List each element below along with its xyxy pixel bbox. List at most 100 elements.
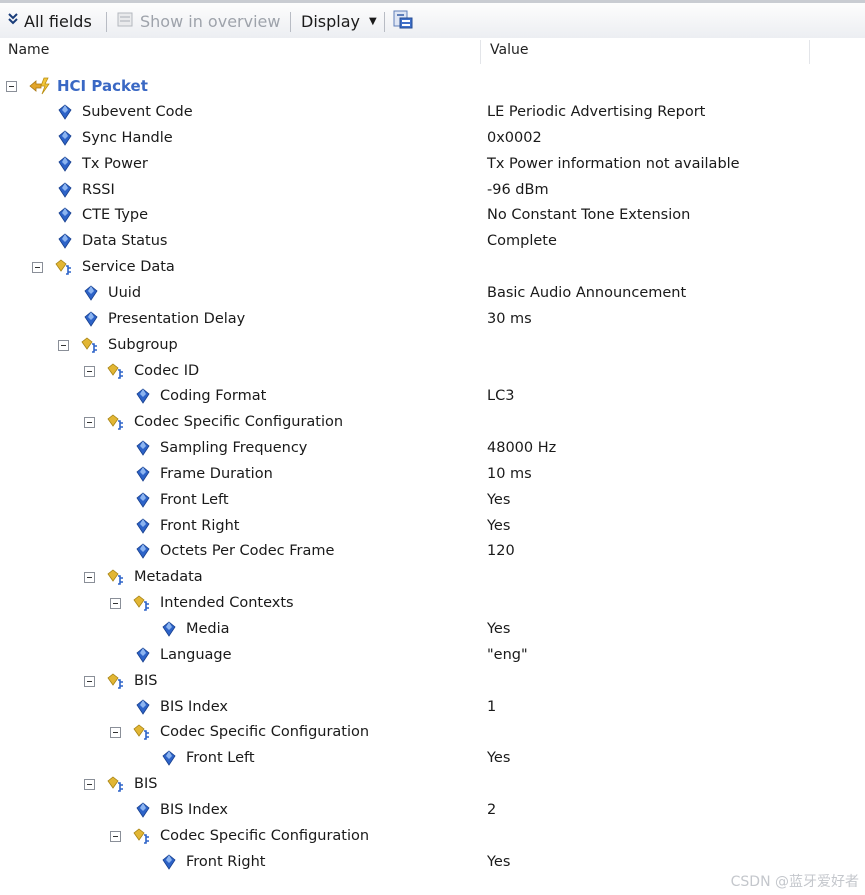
tree-group-row[interactable]: Codec ID [0,359,865,384]
field-value: Tx Power information not available [487,155,740,172]
field-value: LC3 [487,388,515,405]
tree-field-row[interactable]: Front Right Yes [0,514,865,539]
field-name: BIS [134,672,158,689]
field-name: Tx Power [82,155,148,172]
field-value: 10 ms [487,465,532,482]
column-divider[interactable] [480,40,481,64]
tree-field-row[interactable]: Media Yes [0,617,865,642]
group-node-icon [107,414,125,432]
collapse-toggle-icon[interactable] [32,262,43,274]
collapse-toggle-icon[interactable] [84,675,95,687]
field-value: 120 [487,543,515,560]
group-node-icon [133,595,151,613]
column-header-row: Name Value [0,38,865,64]
overview-icon [116,10,134,32]
tree-field-row[interactable]: CTE Type No Constant Tone Extension [0,203,865,228]
dropdown-arrow-icon: ▼ [368,15,377,27]
field-value: Yes [487,621,511,637]
tree-group-row[interactable]: Subgroup [0,333,865,358]
collapse-toggle-icon[interactable] [84,572,95,584]
tree-field-row[interactable]: Front Left Yes [0,746,865,771]
value-column-header[interactable]: Value [490,38,528,64]
field-name: Sync Handle [82,129,173,146]
tree-group-row[interactable]: Codec Specific Configuration [0,410,865,435]
column-divider[interactable] [809,40,810,64]
collapse-toggle-icon[interactable] [6,81,17,92]
show-in-overview-label: Show in overview [140,11,281,31]
field-node-icon [162,621,180,639]
field-node-icon [136,518,154,536]
collapse-toggle-icon[interactable] [110,727,121,739]
tree-field-row[interactable]: Data Status Complete [0,229,865,254]
tree-field-row[interactable]: Subevent Code LE Periodic Advertising Rep… [0,100,865,125]
tree-group-row[interactable]: Codec Specific Configuration [0,824,865,849]
field-node-icon [58,156,76,174]
double-chevron-down-icon [8,13,18,29]
toolbar-divider [106,12,107,32]
tree-group-row[interactable]: Service Data [0,255,865,280]
tree-group-row[interactable]: Metadata [0,565,865,590]
display-dropdown[interactable]: Display ▼ [301,9,377,33]
toolbar-divider [290,12,291,32]
field-name: Front Left [186,750,255,767]
tree-field-row[interactable]: Frame Duration 10 ms [0,462,865,487]
collapse-toggle-icon[interactable] [58,339,69,351]
tree-field-row[interactable]: Front Left Yes [0,488,865,513]
field-node-icon [136,543,154,561]
tree-field-row[interactable]: Uuid Basic Audio Announcement [0,281,865,306]
tree-field-row[interactable]: Octets Per Codec Frame 120 [0,539,865,564]
field-name: BIS Index [160,698,228,715]
collapse-toggle-icon[interactable] [110,830,121,842]
field-node-icon [84,311,102,329]
tree-root-row[interactable]: HCI Packet [0,74,865,99]
tree-field-row[interactable]: Presentation Delay 30 ms [0,307,865,332]
field-name: BIS [134,776,158,793]
tree-field-row[interactable]: Sampling Frequency 48000 Hz [0,436,865,461]
field-node-icon [58,233,76,251]
field-node-icon [136,440,154,458]
tree-field-row[interactable]: BIS Index 1 [0,695,865,720]
tree-group-row[interactable]: BIS [0,772,865,797]
tree-field-row[interactable]: Language "eng" [0,643,865,668]
tree-field-row[interactable]: Coding Format LC3 [0,384,865,409]
all-fields-button[interactable]: All fields [8,9,92,33]
group-node-icon [81,337,99,355]
field-name: Codec Specific Configuration [160,827,370,844]
group-node-icon [133,724,151,742]
tree-field-row[interactable]: RSSI -96 dBm [0,178,865,203]
field-value: "eng" [487,646,528,663]
collapse-toggle-icon[interactable] [84,417,95,429]
field-node-icon [136,699,154,717]
show-in-overview-button[interactable]: Show in overview [116,9,280,33]
collapse-toggle-icon[interactable] [110,598,121,610]
field-name: Frame Duration [160,465,273,482]
field-name: Octets Per Codec Frame [160,543,335,560]
field-name: Intended Contexts [160,595,294,612]
field-node-icon [136,492,154,510]
field-name: Front Right [160,517,240,534]
field-value: 48000 Hz [487,440,557,457]
field-value: 30 ms [487,310,532,327]
field-node-icon [58,207,76,225]
field-name: Codec Specific Configuration [160,724,370,741]
field-value: Complete [487,233,557,250]
field-name: Subgroup [108,336,178,353]
tree-group-row[interactable]: BIS [0,669,865,694]
tree-field-row[interactable]: Sync Handle 0x0002 [0,126,865,151]
field-name: Language [160,646,232,663]
group-node-icon [107,569,125,587]
tree-group-row[interactable]: Intended Contexts [0,591,865,616]
collapse-toggle-icon[interactable] [84,779,95,791]
collapse-toggle-icon[interactable] [84,365,95,377]
field-value: Yes [487,750,511,767]
field-node-icon [84,285,102,303]
export-button[interactable] [392,9,414,33]
group-node-icon [55,259,73,277]
group-node-icon [107,673,125,691]
name-column-header[interactable]: Name [8,38,49,64]
tree-group-row[interactable]: Codec Specific Configuration [0,720,865,745]
root-label: HCI Packet [57,77,148,95]
tree-field-row[interactable]: BIS Index 2 [0,798,865,823]
field-value: Yes [487,853,511,870]
tree-field-row[interactable]: Tx Power Tx Power information not availab… [0,152,865,177]
